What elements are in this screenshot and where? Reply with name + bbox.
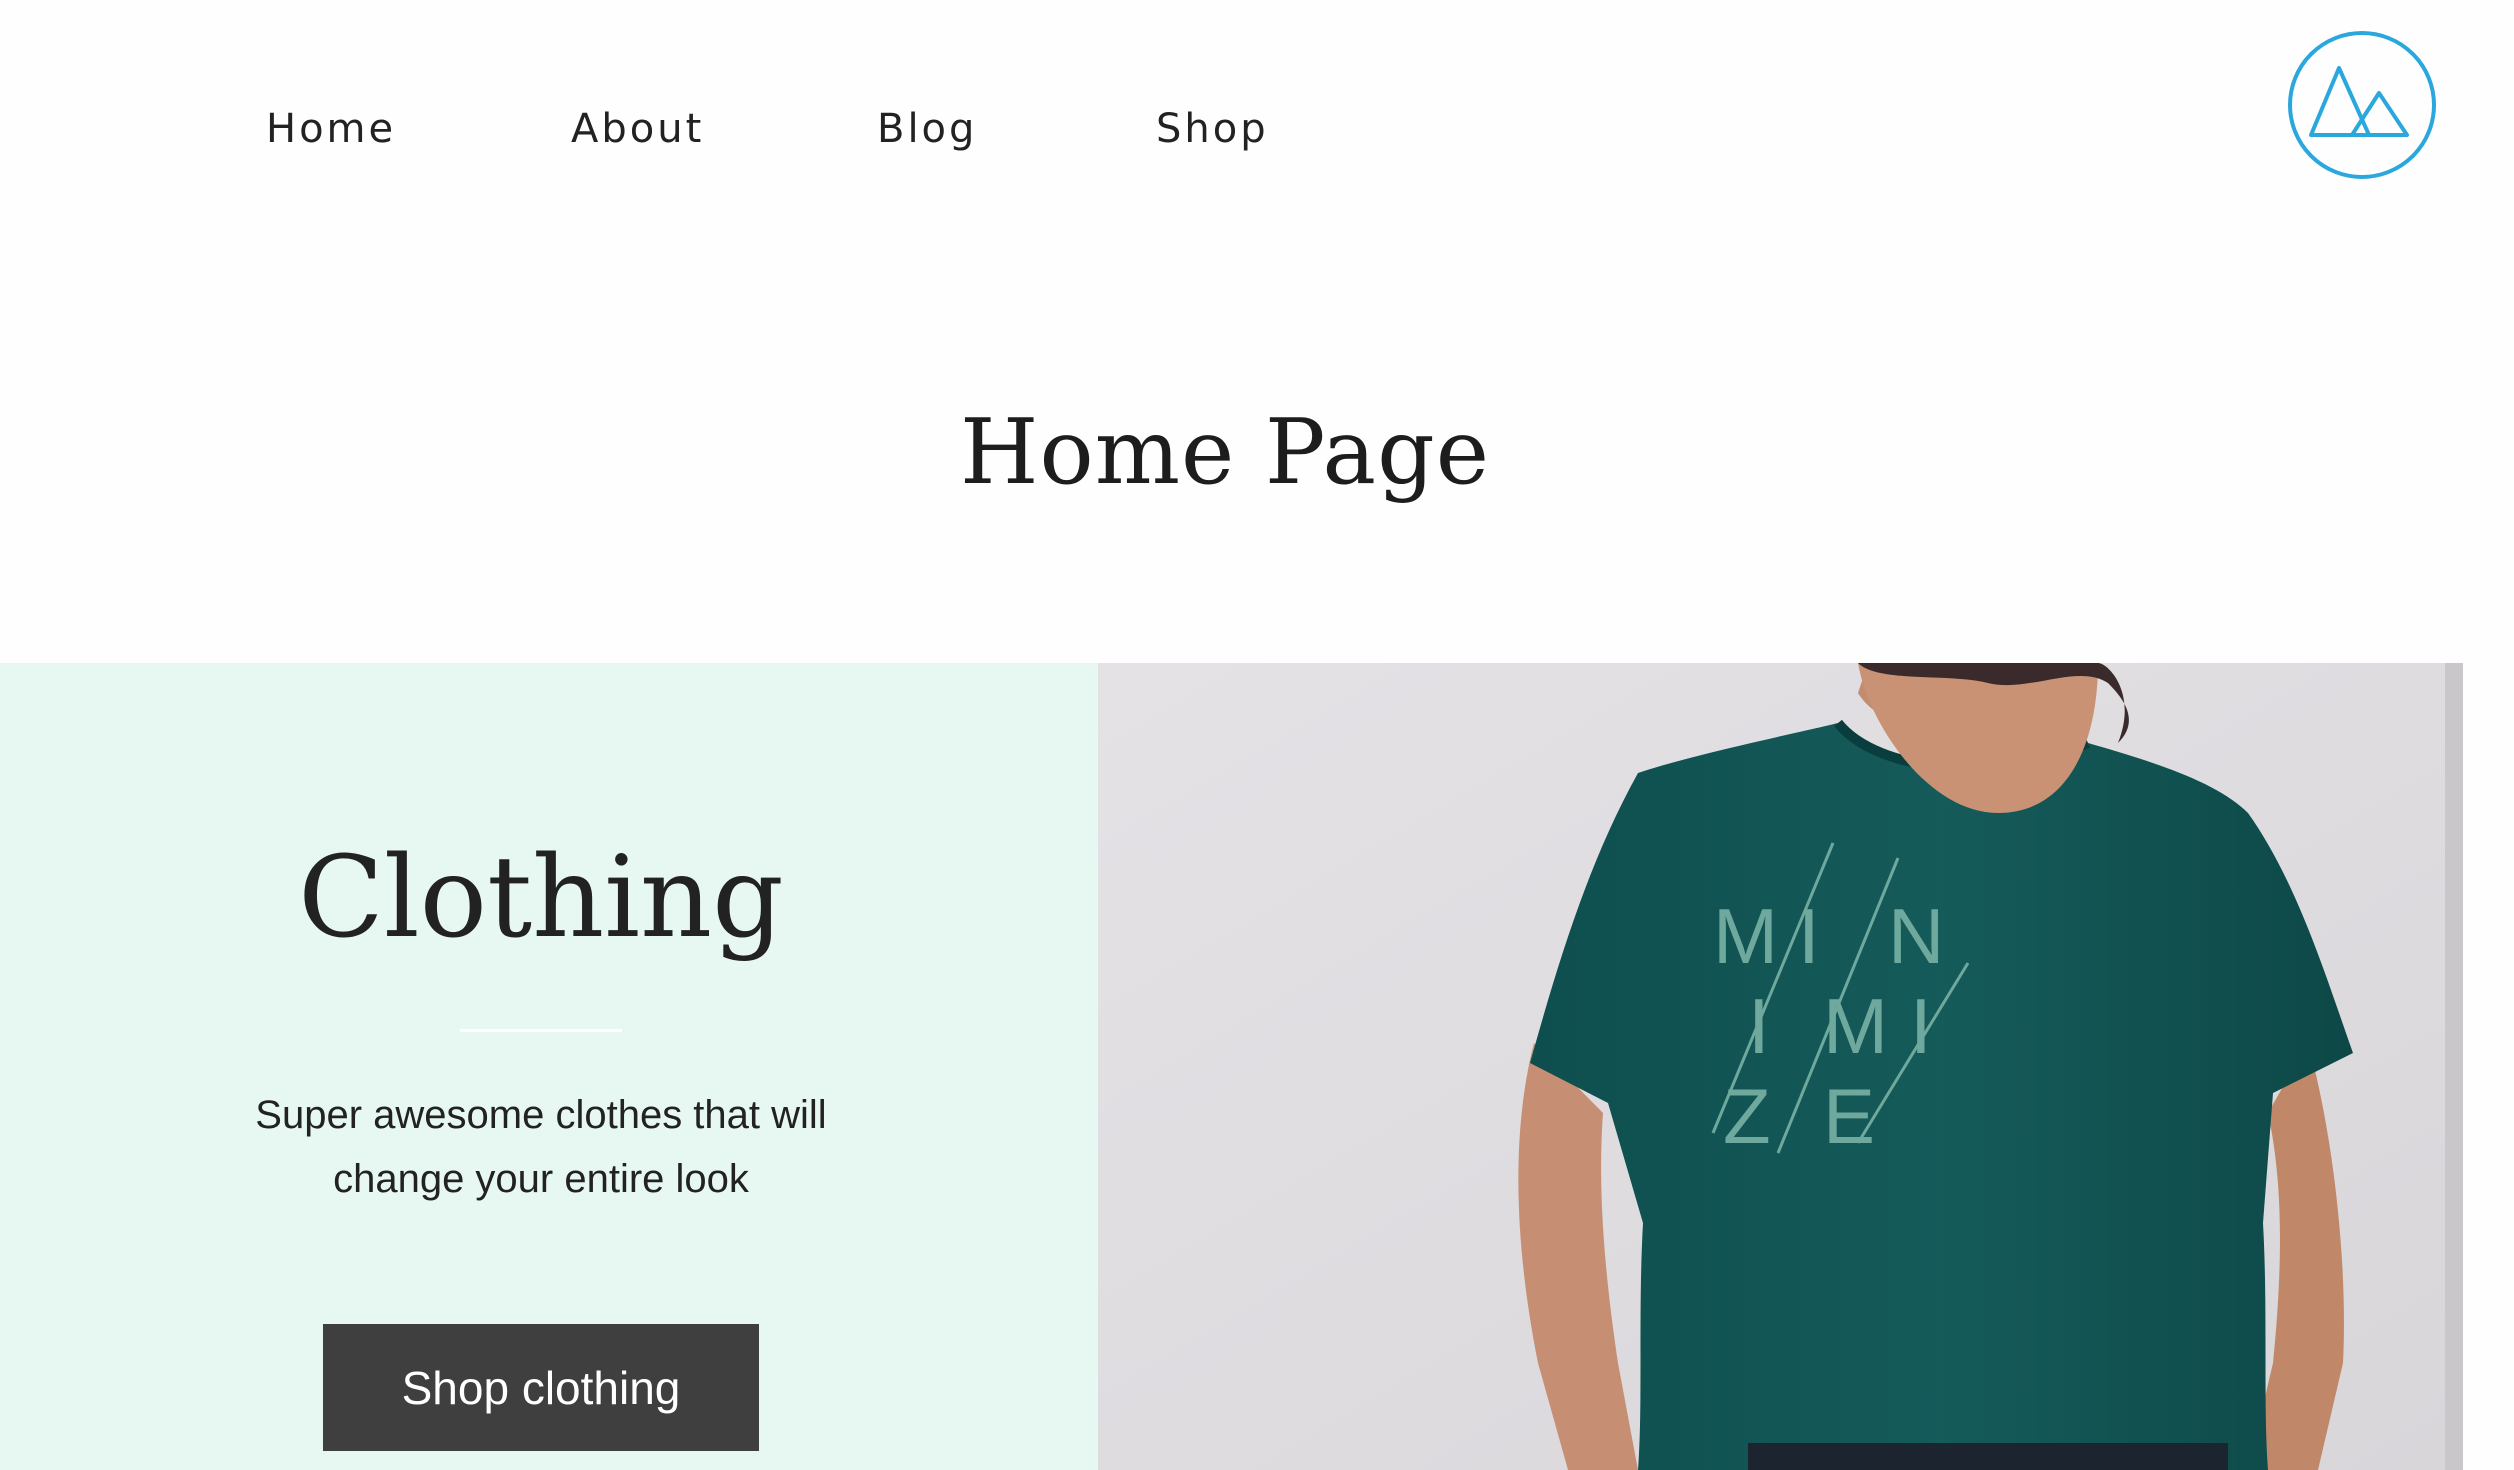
shop-clothing-button[interactable]: Shop clothing — [323, 1324, 759, 1451]
hero-description: Super awesome clothes that will change y… — [255, 1093, 827, 1201]
hero-text-panel: Clothing Super awesome clothes that will… — [0, 663, 1098, 1470]
hero-image-panel: M I N I M I Z E — [1098, 663, 2463, 1470]
svg-text:Z: Z — [1723, 1072, 1771, 1160]
svg-text:M: M — [1823, 982, 1888, 1070]
main-nav: Home About Blog Shop — [0, 0, 2514, 260]
man-in-teal-tshirt-photo: M I N I M I Z E — [1098, 663, 2463, 1470]
nav-link-home[interactable]: Home — [266, 103, 396, 155]
hero-section: Clothing Super awesome clothes that will… — [0, 663, 2463, 1470]
nav-link-shop[interactable]: Shop — [1156, 103, 1269, 155]
svg-text:N: N — [1888, 892, 1944, 980]
svg-text:M: M — [1713, 892, 1778, 980]
hero-divider — [460, 1029, 622, 1032]
svg-text:E: E — [1823, 1072, 1875, 1160]
page-title: Home Page — [960, 400, 1490, 505]
nav-link-blog[interactable]: Blog — [877, 103, 977, 155]
mountain-logo-icon[interactable] — [2287, 30, 2437, 180]
hero-heading: Clothing — [298, 833, 784, 963]
nav-link-about[interactable]: About — [571, 103, 704, 155]
